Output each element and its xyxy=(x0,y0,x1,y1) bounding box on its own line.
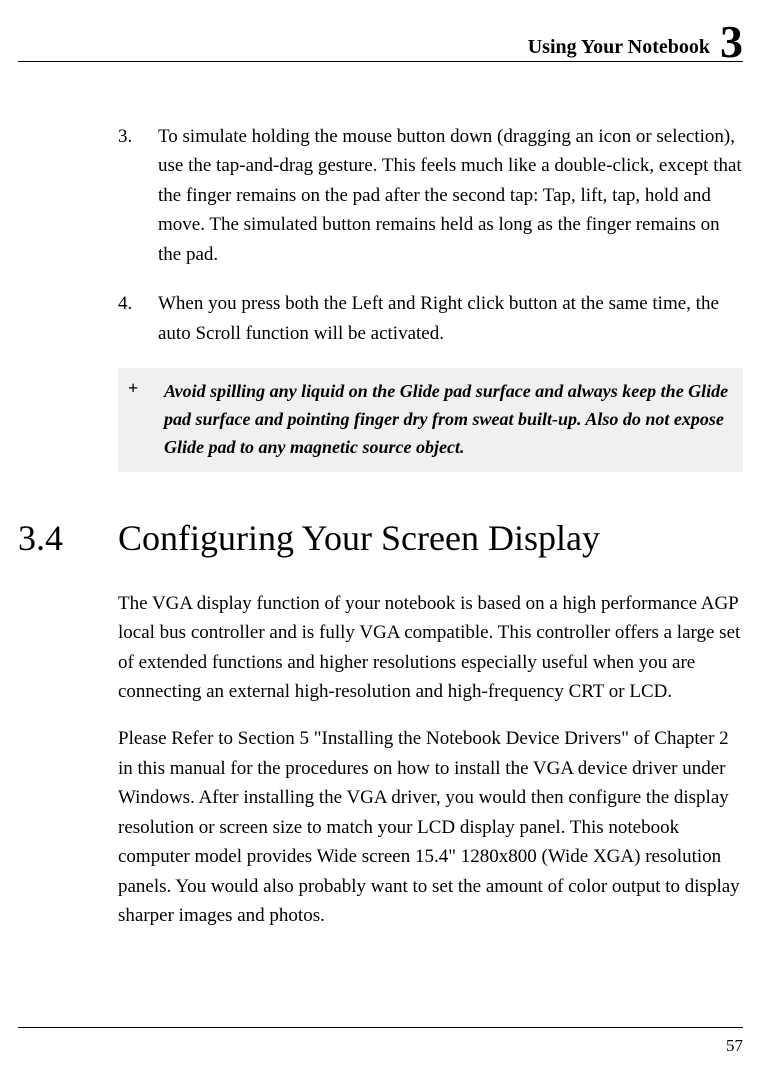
page-footer: 57 xyxy=(18,1027,743,1056)
body-paragraph: The VGA display function of your noteboo… xyxy=(118,589,743,707)
list-text: To simulate holding the mouse button dow… xyxy=(158,122,743,269)
note-box: + Avoid spilling any liquid on the Glide… xyxy=(118,368,743,472)
section-title: Configuring Your Screen Display xyxy=(118,517,600,559)
body-paragraph: Please Refer to Section 5 "Installing th… xyxy=(118,724,743,930)
header-title: Using Your Notebook xyxy=(528,36,710,59)
section-heading: 3.4 Configuring Your Screen Display xyxy=(18,517,743,559)
list-number: 3. xyxy=(118,122,158,269)
page-header: Using Your Notebook 3 xyxy=(18,20,743,62)
note-marker: + xyxy=(122,378,164,462)
list-item: 4. When you press both the Left and Righ… xyxy=(118,289,743,348)
list-number: 4. xyxy=(118,289,158,348)
chapter-number: 3 xyxy=(720,24,743,61)
section-number: 3.4 xyxy=(18,517,118,559)
page-content: 3. To simulate holding the mouse button … xyxy=(118,122,743,931)
note-text: Avoid spilling any liquid on the Glide p… xyxy=(164,378,739,462)
list-item: 3. To simulate holding the mouse button … xyxy=(118,122,743,269)
page-number: 57 xyxy=(726,1036,743,1055)
list-text: When you press both the Left and Right c… xyxy=(158,289,743,348)
